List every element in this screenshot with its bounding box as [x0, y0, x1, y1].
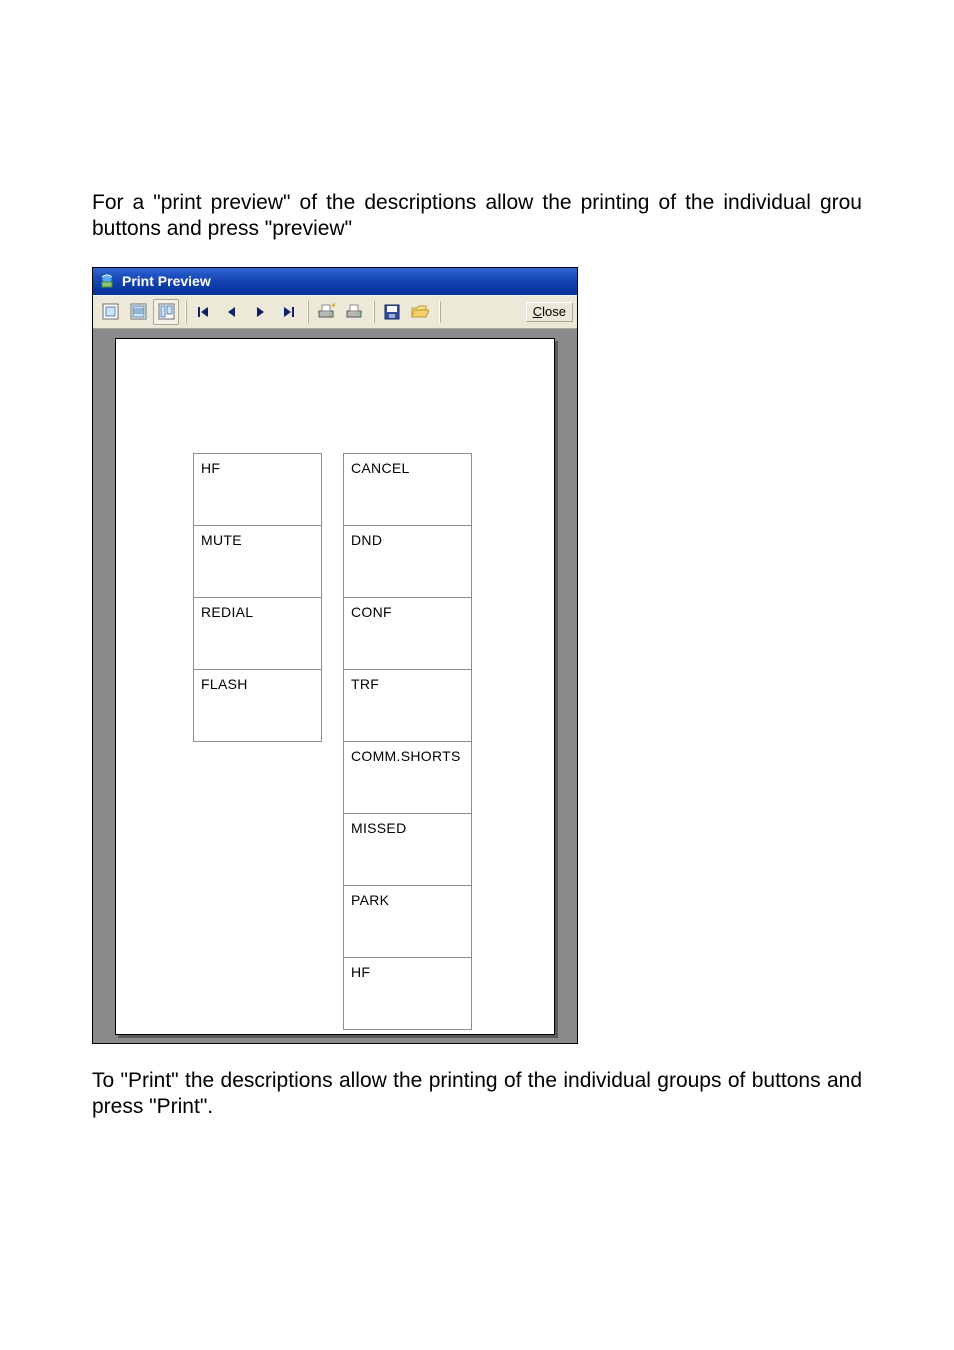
preview-client-area: HFMUTEREDIALFLASH CANCELDNDCONFTRFCOMM.S… [93, 329, 577, 1043]
label-cell: CONF [343, 598, 472, 670]
toolbar: Close [93, 295, 577, 329]
next-page-icon[interactable] [247, 299, 273, 325]
close-button[interactable]: Close [526, 302, 573, 322]
first-page-icon[interactable] [191, 299, 217, 325]
label-cell: COMM.SHORTS [343, 742, 472, 814]
last-page-icon[interactable] [275, 299, 301, 325]
label-cell: MUTE [193, 526, 322, 598]
outro-paragraph: To "Print" the descriptions allow the pr… [92, 1068, 862, 1121]
page-width-icon[interactable] [125, 299, 151, 325]
label-cell: HF [343, 958, 472, 1030]
printer-setup-icon[interactable] [313, 299, 339, 325]
hundred-percent-icon[interactable] [153, 299, 179, 325]
save-icon[interactable] [379, 299, 405, 325]
print-preview-window: Print Preview [92, 267, 578, 1044]
whole-page-icon[interactable] [97, 299, 123, 325]
label-cell: FLASH [193, 670, 322, 742]
label-cell: TRF [343, 670, 472, 742]
toolbar-separator [439, 301, 441, 323]
close-label-rest: lose [542, 304, 566, 319]
prev-page-icon[interactable] [219, 299, 245, 325]
label-cell: DND [343, 526, 472, 598]
toolbar-separator [185, 301, 187, 323]
window-title: Print Preview [122, 273, 211, 289]
label-cell: REDIAL [193, 598, 322, 670]
window-titlebar: Print Preview [93, 268, 577, 295]
app-icon [99, 273, 115, 289]
intro-paragraph: For a "print preview" of the description… [92, 190, 862, 243]
label-cell: PARK [343, 886, 472, 958]
label-cell: MISSED [343, 814, 472, 886]
open-icon[interactable] [407, 299, 433, 325]
labels-left-column: HFMUTEREDIALFLASH [193, 453, 322, 742]
labels-right-column: CANCELDNDCONFTRFCOMM.SHORTSMISSEDPARKHF [343, 453, 472, 1030]
close-accelerator: C [533, 304, 542, 319]
toolbar-separator [307, 301, 309, 323]
print-icon[interactable] [341, 299, 367, 325]
label-cell: CANCEL [343, 454, 472, 526]
label-cell: HF [193, 454, 322, 526]
preview-page: HFMUTEREDIALFLASH CANCELDNDCONFTRFCOMM.S… [115, 338, 555, 1035]
toolbar-separator [373, 301, 375, 323]
